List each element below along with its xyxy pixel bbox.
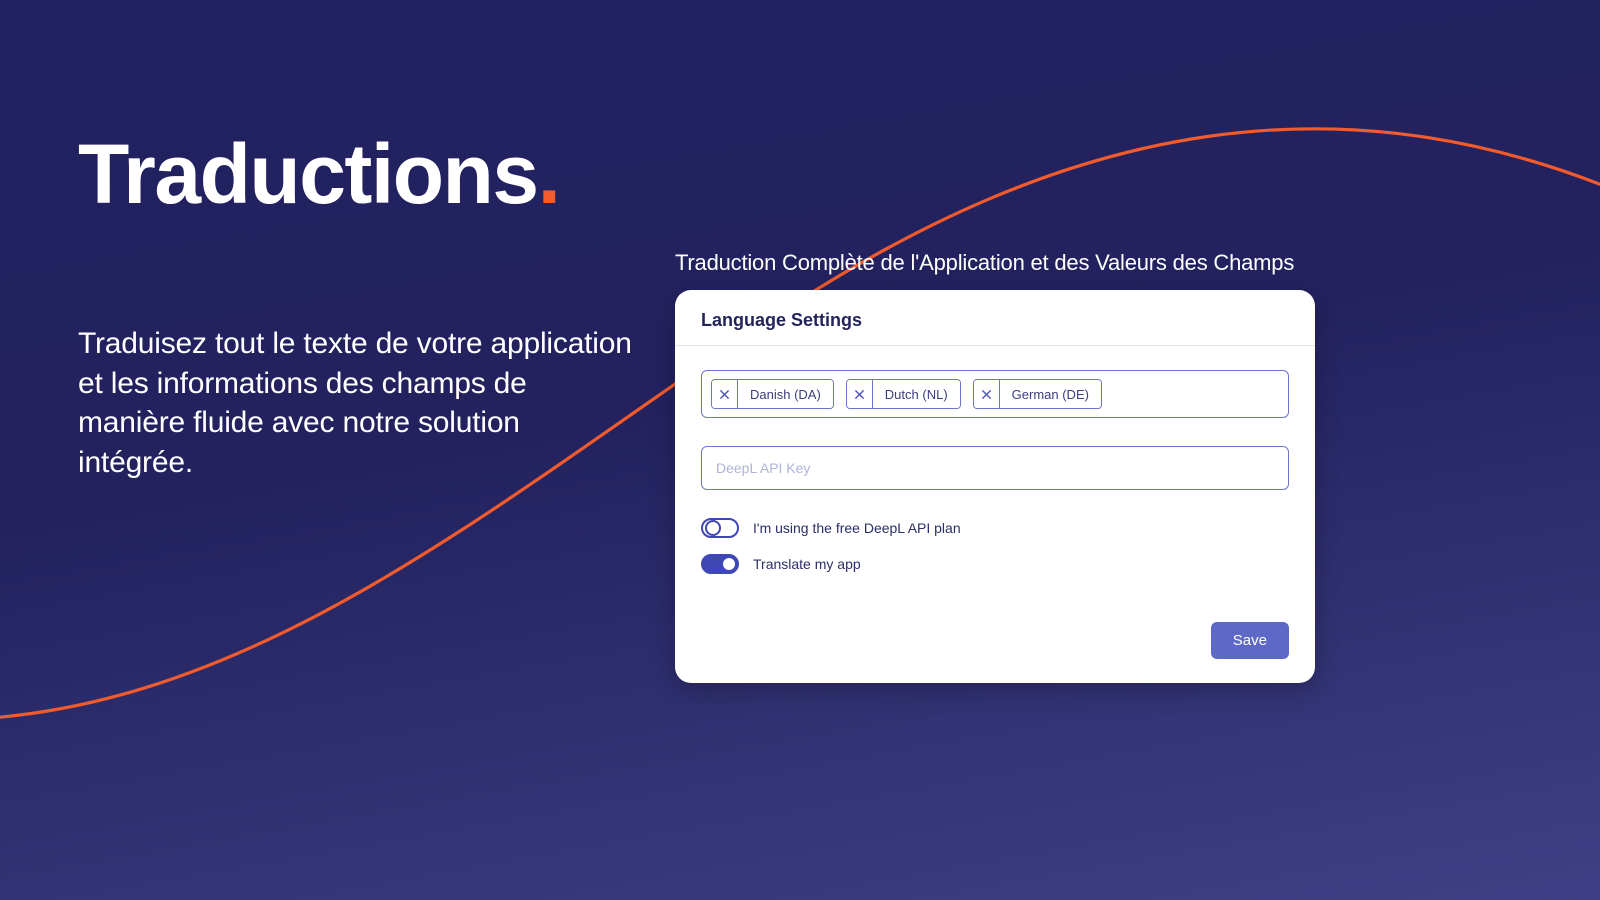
panel-subtitle: Traduction Complète de l'Application et …	[675, 250, 1335, 276]
language-chip-label: Dutch (NL)	[873, 380, 960, 408]
language-chip-label: Danish (DA)	[738, 380, 833, 408]
free-plan-toggle[interactable]	[701, 518, 739, 538]
translate-app-toggle[interactable]	[701, 554, 739, 574]
page-title-text: Traductions	[78, 127, 538, 221]
page-title-dot: .	[538, 127, 560, 221]
free-plan-toggle-label: I'm using the free DeepL API plan	[753, 520, 961, 536]
language-settings-card: Language Settings Danish (DA) Dutch (NL)	[675, 290, 1315, 683]
card-title: Language Settings	[701, 310, 1289, 331]
remove-language-icon[interactable]	[974, 380, 1000, 408]
language-chip-input[interactable]: Danish (DA) Dutch (NL) German (DE)	[701, 370, 1289, 418]
deepl-api-key-input[interactable]	[701, 446, 1289, 490]
translate-app-toggle-label: Translate my app	[753, 556, 861, 572]
language-chip-label: German (DE)	[1000, 380, 1101, 408]
save-button[interactable]: Save	[1211, 622, 1289, 659]
language-chip: Dutch (NL)	[846, 379, 961, 409]
remove-language-icon[interactable]	[847, 380, 873, 408]
language-chip: Danish (DA)	[711, 379, 834, 409]
page-blurb: Traduisez tout le texte de votre applica…	[78, 324, 638, 482]
language-chip: German (DE)	[973, 379, 1102, 409]
page-title: Traductions.	[78, 132, 638, 216]
remove-language-icon[interactable]	[712, 380, 738, 408]
